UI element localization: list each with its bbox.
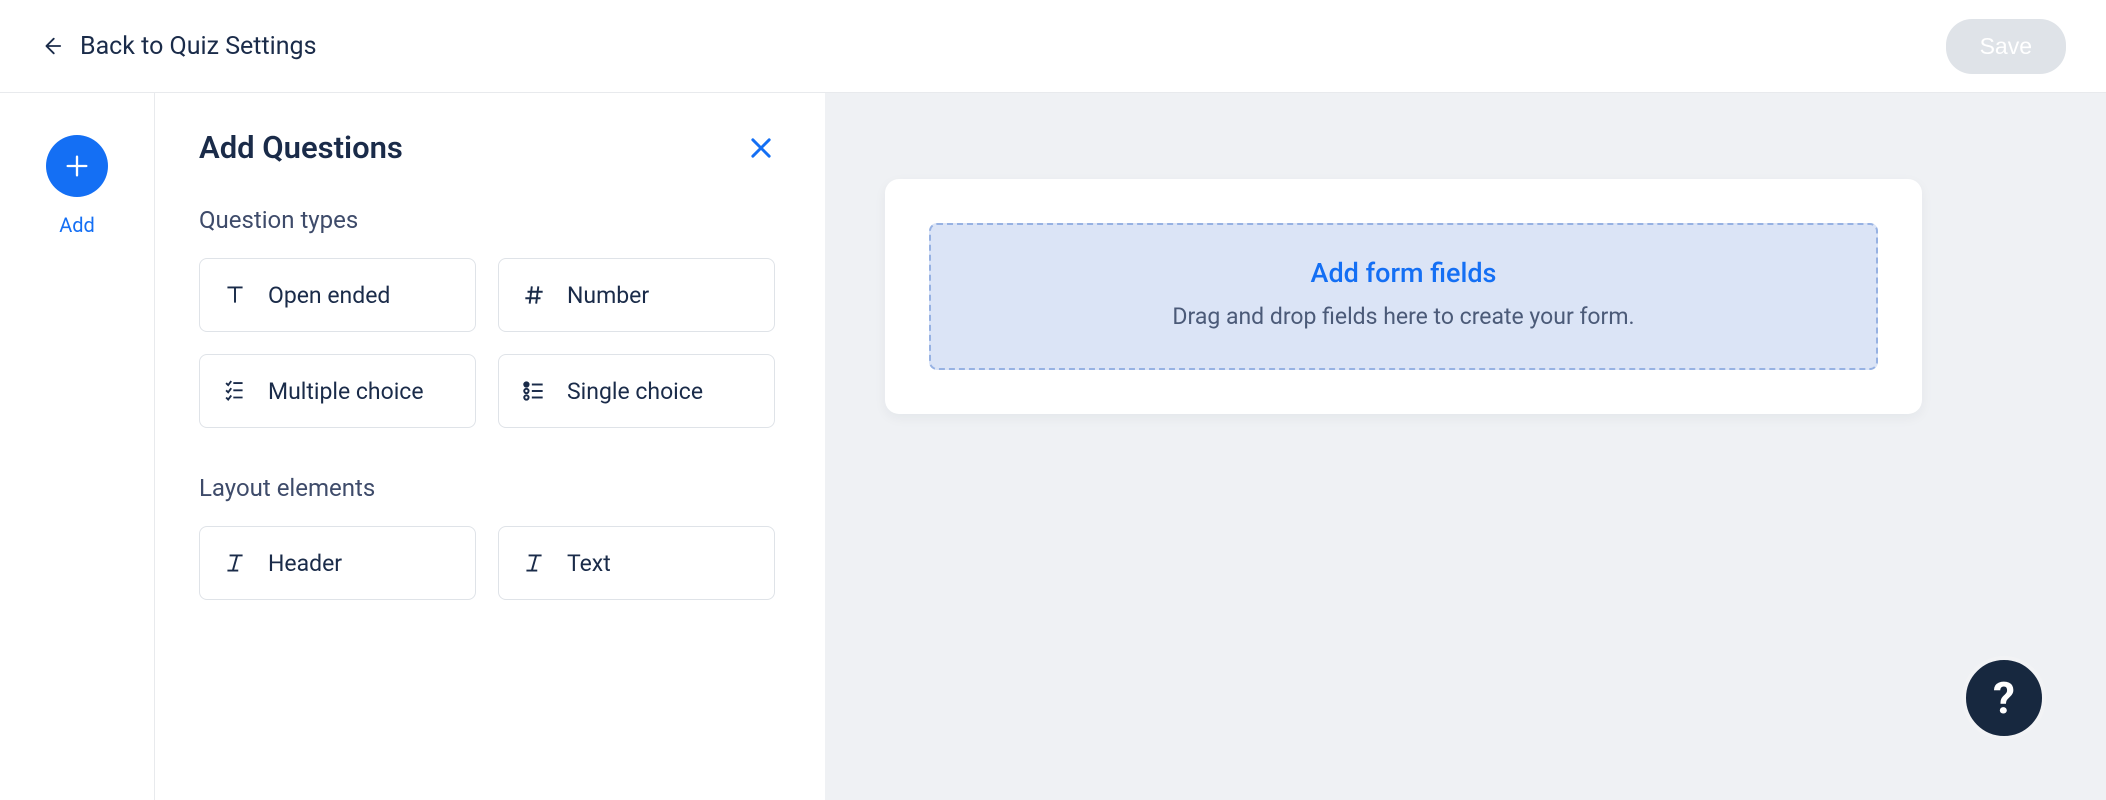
add-questions-panel: Add Questions Question types Open ended …	[155, 93, 825, 800]
body: Add Add Questions Question types Open en…	[0, 93, 2106, 800]
form-canvas-card: Add form fields Drag and drop fields her…	[885, 179, 1922, 414]
back-to-settings-link[interactable]: Back to Quiz Settings	[40, 32, 316, 61]
layout-header[interactable]: Header	[199, 526, 476, 600]
text-type-icon	[222, 282, 248, 308]
type-number[interactable]: Number	[498, 258, 775, 332]
layout-elements-grid: Header Text	[199, 526, 775, 600]
layout-label: Header	[268, 550, 342, 577]
arrow-left-icon	[40, 35, 62, 57]
form-canvas-area: Add form fields Drag and drop fields her…	[825, 93, 2106, 800]
type-label: Multiple choice	[268, 378, 424, 405]
drop-zone-title: Add form fields	[951, 257, 1856, 289]
hash-icon	[521, 282, 547, 308]
section-layout-elements-label: Layout elements	[199, 474, 775, 502]
italic-t-icon	[222, 550, 248, 576]
save-button[interactable]: Save	[1946, 19, 2066, 74]
plus-icon	[63, 152, 91, 180]
panel-title: Add Questions	[199, 129, 403, 166]
radiolist-icon	[521, 378, 547, 404]
help-button[interactable]: ?	[1962, 656, 2046, 740]
checklist-icon	[222, 378, 248, 404]
left-rail: Add	[0, 93, 155, 800]
drop-zone[interactable]: Add form fields Drag and drop fields her…	[929, 223, 1878, 370]
drop-zone-subtitle: Drag and drop fields here to create your…	[951, 303, 1856, 330]
help-icon: ?	[1993, 672, 2015, 724]
back-label: Back to Quiz Settings	[80, 32, 316, 61]
type-label: Number	[567, 282, 649, 309]
add-label: Add	[59, 213, 95, 237]
type-label: Single choice	[567, 378, 703, 405]
close-icon[interactable]	[747, 134, 775, 162]
type-single-choice[interactable]: Single choice	[498, 354, 775, 428]
type-multiple-choice[interactable]: Multiple choice	[199, 354, 476, 428]
type-label: Open ended	[268, 282, 390, 309]
panel-header: Add Questions	[199, 129, 775, 166]
question-types-grid: Open ended Number Multiple choice Single…	[199, 258, 775, 428]
section-question-types-label: Question types	[199, 206, 775, 234]
italic-t-icon	[521, 550, 547, 576]
type-open-ended[interactable]: Open ended	[199, 258, 476, 332]
layout-text[interactable]: Text	[498, 526, 775, 600]
layout-label: Text	[567, 550, 611, 577]
topbar: Back to Quiz Settings Save	[0, 0, 2106, 93]
add-button[interactable]	[46, 135, 108, 197]
